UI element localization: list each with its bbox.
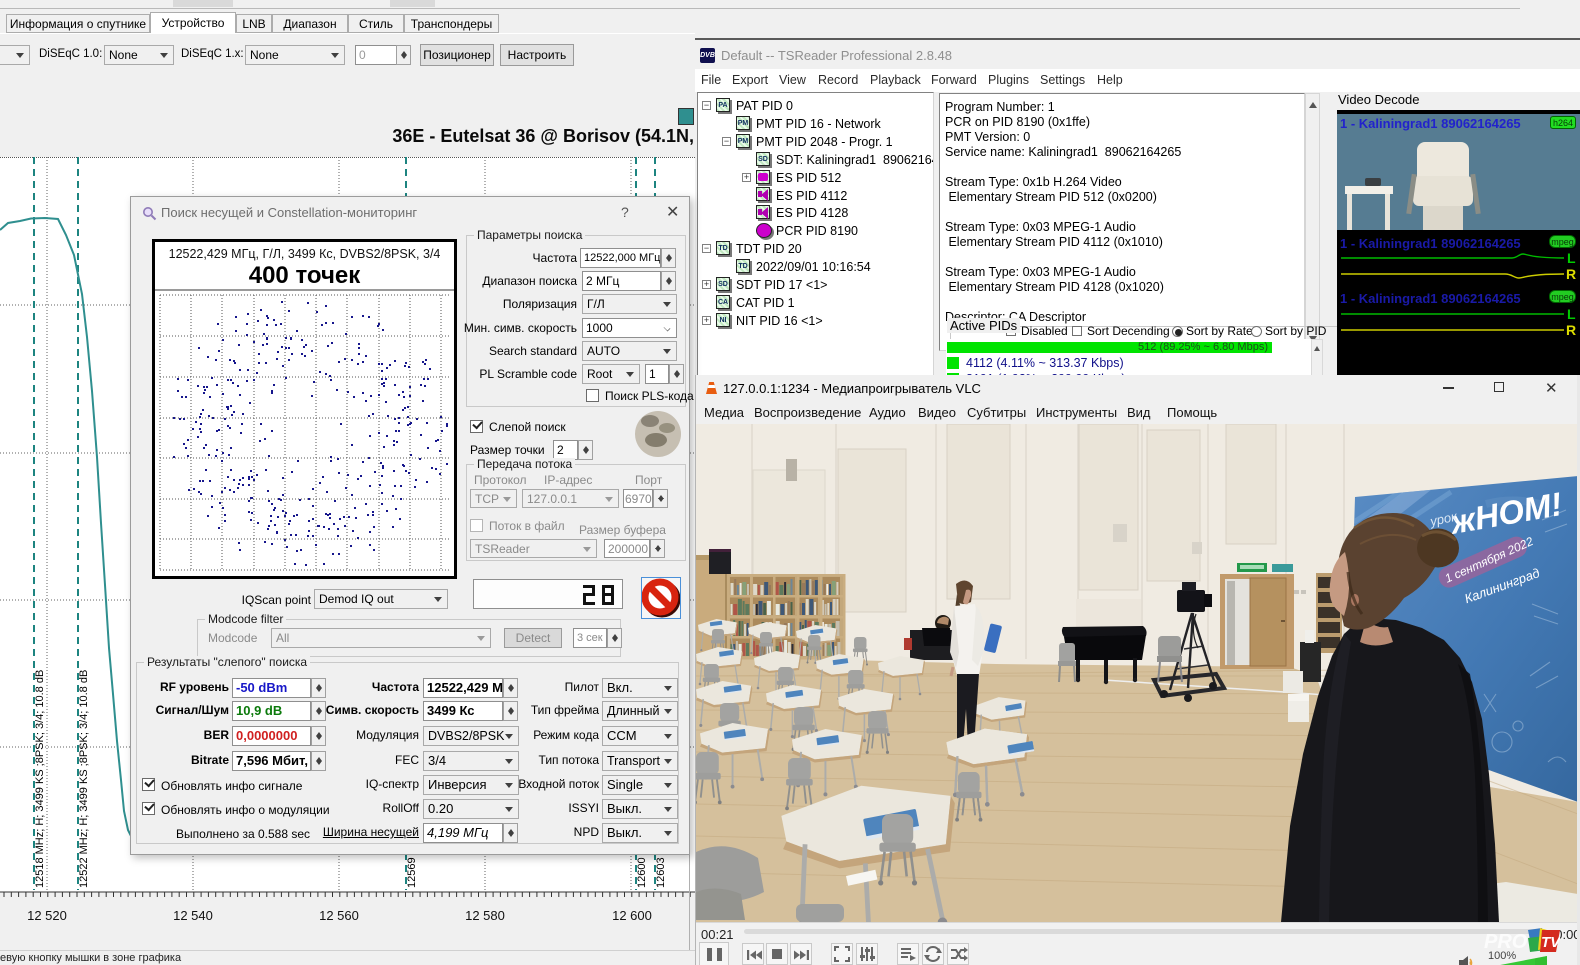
svg-text:12 540: 12 540	[173, 908, 213, 923]
svg-text:12518 MHz; H; 3499 KS ;8PSK; 3: 12518 MHz; H; 3499 KS ;8PSK; 3/4; 10.8 d…	[34, 670, 46, 888]
svg-text:PRO: PRO	[1484, 931, 1528, 953]
svg-text:12 600: 12 600	[612, 908, 652, 923]
svg-text:12 560: 12 560	[319, 908, 359, 923]
svg-text:TV: TV	[1541, 934, 1560, 951]
svg-text:12 520: 12 520	[27, 908, 67, 923]
svg-text:12 580: 12 580	[465, 908, 505, 923]
